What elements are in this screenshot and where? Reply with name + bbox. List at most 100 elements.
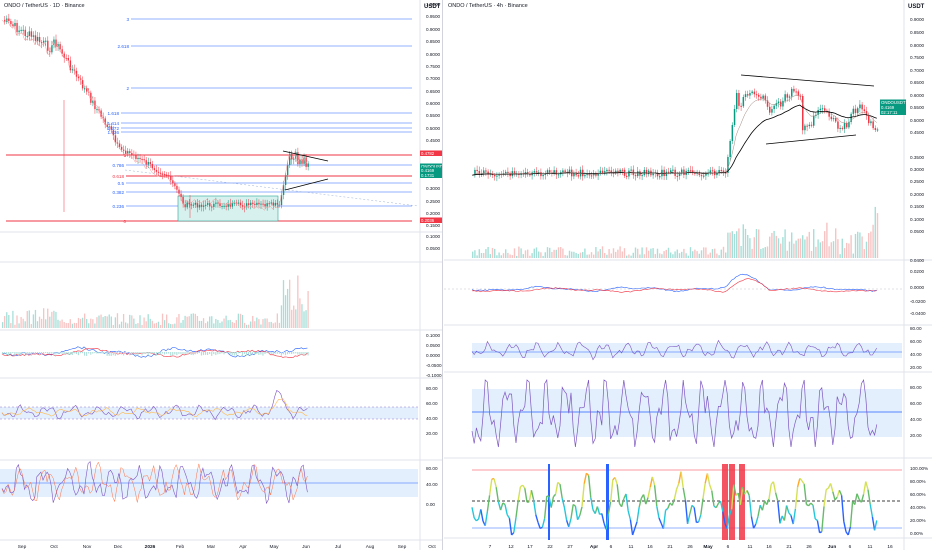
volume-bar [740, 245, 742, 258]
volume-bar [75, 323, 78, 328]
fib-level-label: 1.618 [108, 111, 120, 116]
price-candle [804, 125, 806, 131]
left-chart-canvas[interactable]: 32.61821.6181.4141.2721.23610.7860.6180.… [0, 0, 442, 550]
volume-bar [744, 228, 747, 258]
volume-bar [90, 318, 92, 328]
volume-bar [102, 317, 104, 328]
price-candle [859, 104, 861, 109]
price-candle [293, 158, 295, 160]
price-candle [223, 205, 225, 207]
right-chart-pane[interactable]: ONDO / TetherUS · 4h · Binance USDT 0.90… [444, 0, 932, 550]
price-candle [159, 172, 162, 174]
macd-histogram-bar [59, 352, 61, 354]
oscillator-segment [499, 502, 504, 511]
macd-histogram-bar [147, 352, 149, 356]
price-candle [564, 170, 566, 172]
volume-bar [760, 249, 762, 258]
oscillator-segment [766, 498, 770, 505]
oscillator-segment [579, 506, 583, 516]
macd-histogram-bar [248, 352, 250, 355]
volume-bar [551, 251, 553, 258]
volume-bar [742, 224, 744, 258]
price-candle [626, 175, 628, 177]
volume-bar [32, 314, 35, 328]
macd-histogram-bar [88, 352, 90, 354]
percent-axis-label: 40.00% [910, 505, 926, 510]
macd-histogram-bar [141, 352, 143, 356]
volume-bar [511, 255, 513, 258]
oscillator-segment [682, 487, 687, 501]
macd-histogram-bar [157, 352, 159, 354]
price-candle [40, 42, 43, 44]
left-chart-pane[interactable]: ONDO / TetherUS · 1D · Binance USDT 3 2.6… [0, 0, 443, 550]
volume-bar [159, 324, 162, 328]
volume-bar [837, 239, 839, 258]
price-candle [276, 202, 279, 205]
volume-bar [542, 255, 544, 258]
stoch-axis-label: 60.00 [910, 401, 922, 406]
volume-bar [297, 275, 299, 328]
price-axis-label: 0.3000 [426, 186, 440, 191]
price-candle [687, 170, 690, 172]
price-axis-label: 1.0000 [426, 2, 440, 7]
volume-bar [773, 230, 775, 258]
volume-bar [549, 247, 551, 258]
volume-bar [533, 248, 535, 258]
oscillator-segment [689, 505, 693, 515]
volume-bar [714, 248, 716, 258]
fib-level-label: 2 [126, 86, 129, 91]
volume-bar [793, 243, 795, 258]
price-candle [700, 175, 703, 177]
volume-bar [12, 310, 14, 328]
volume-bar [863, 249, 865, 258]
oscillator-segment [746, 490, 750, 496]
volume-bar [513, 248, 516, 258]
volume-bar [262, 319, 264, 328]
oscillator-segment [552, 493, 557, 498]
volume-bar [711, 249, 714, 258]
volume-bar [219, 322, 221, 328]
time-axis-label: Sep [18, 544, 27, 550]
oscillator-segment [693, 507, 698, 523]
volume-bar [141, 324, 143, 328]
volume-bar [286, 288, 289, 328]
macd-axis-label: 0.0500 [426, 343, 440, 348]
price-candle [163, 174, 166, 176]
time-axis-label: Jun [828, 544, 837, 550]
macd-histogram-bar [278, 352, 280, 354]
macd-histogram-bar [49, 352, 51, 354]
oscillator-segment [587, 475, 592, 498]
macd-histogram-bar [305, 352, 307, 354]
volume-bar [204, 323, 207, 328]
price-candle [667, 171, 670, 173]
volume-bar [758, 229, 760, 258]
volume-bar [698, 253, 700, 258]
oscillator-segment [530, 490, 535, 500]
price-candle [670, 170, 672, 173]
macd-histogram-bar [8, 352, 10, 356]
volume-bar [634, 247, 637, 258]
macd-histogram-bar [18, 352, 20, 356]
price-candle [747, 94, 749, 96]
volume-bar [198, 320, 201, 328]
macd-histogram-bar [20, 352, 22, 355]
price-candle [760, 96, 762, 99]
macd-histogram-bar [282, 352, 285, 355]
price-candle [125, 150, 127, 154]
price-candle [139, 157, 141, 160]
volume-bar [791, 232, 793, 258]
oscillator-segment [475, 518, 480, 522]
price-candle [268, 203, 270, 205]
macd-histogram-bar [241, 352, 244, 356]
price-candle [194, 202, 197, 205]
oscillator-segment [777, 501, 781, 524]
price-candle [176, 185, 178, 190]
macd-histogram-bar [168, 352, 170, 354]
right-chart-canvas[interactable]: 0.9000 0.8500 0.8000 0.7500 0.7000 0.6500 0.60… [444, 0, 932, 550]
oscillator-segment [616, 484, 621, 504]
macd-histogram-bar [163, 352, 166, 355]
macd-histogram-bar [196, 352, 198, 354]
macd-histogram-bar [135, 352, 137, 356]
time-axis-label: May [269, 544, 279, 550]
price-candle [813, 115, 815, 126]
